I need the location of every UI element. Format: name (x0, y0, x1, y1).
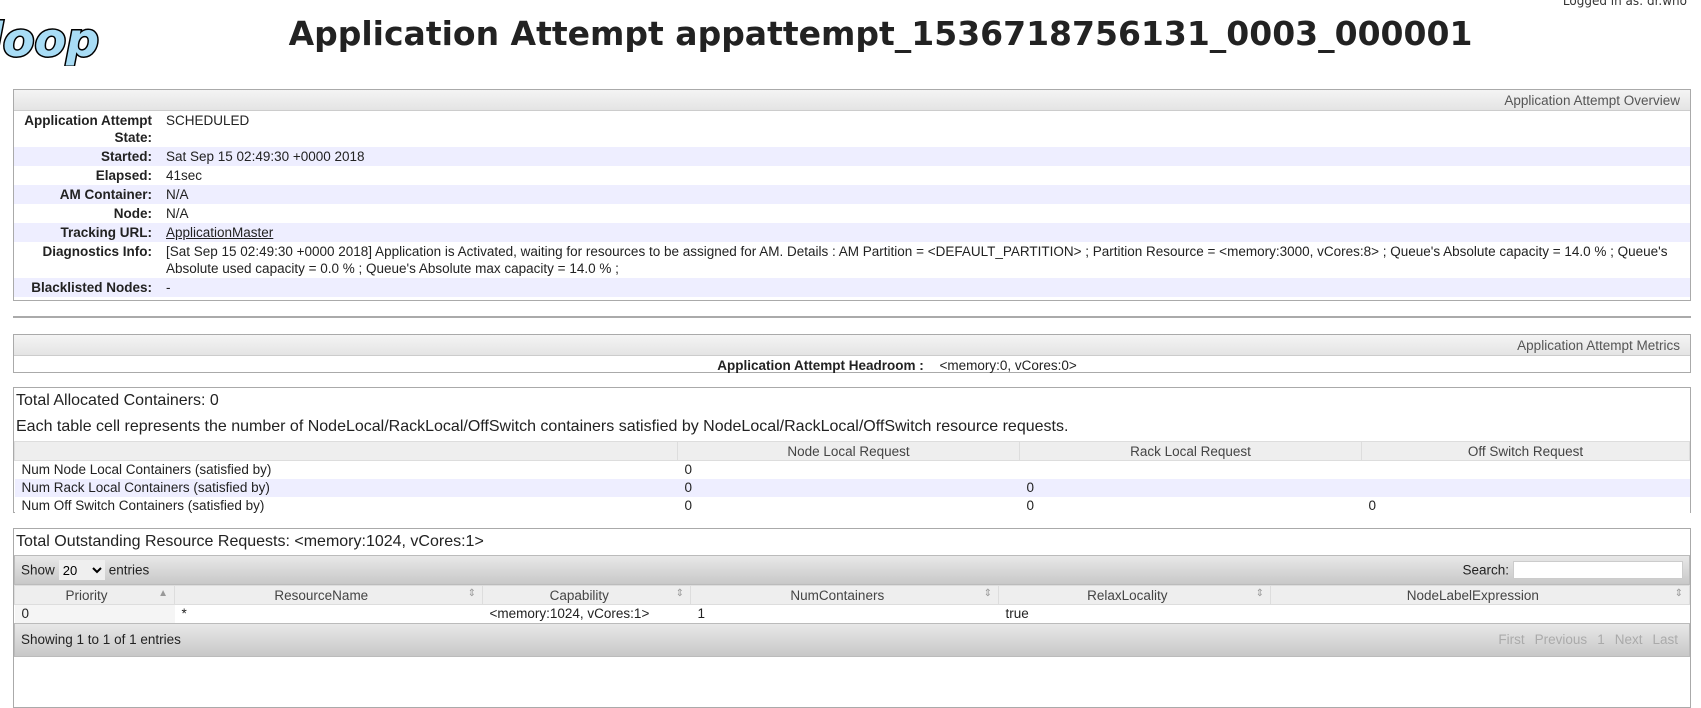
started-value: Sat Sep 15 02:49:30 +0000 2018 (166, 149, 365, 164)
total-allocated: Total Allocated Containers: 0 (16, 392, 219, 409)
node-value: N/A (166, 206, 189, 221)
next-button[interactable]: Next (1610, 632, 1648, 647)
cell: Num Rack Local Containers (satisfied by) (14, 478, 678, 497)
cell (1361, 460, 1690, 479)
table-footer: Showing 1 to 1 of 1 entries First Previou… (14, 622, 1690, 657)
total-outstanding: Total Outstanding Resource Requests: <me… (16, 533, 484, 550)
col-label: Priority (65, 587, 108, 603)
label: Elapsed: (95, 168, 152, 183)
label: Node: (113, 206, 152, 221)
overview-panel: Application Attempt Overview Application… (13, 89, 1691, 301)
entries-select[interactable]: 20 (58, 560, 105, 580)
cell: Num Node Local Containers (satisfied by) (14, 460, 678, 479)
page-title: Application Attempt appattempt_153671875… (288, 14, 1473, 53)
cell: 0 (677, 460, 1020, 479)
containers-panel: Total Allocated Containers: 0 Each table… (13, 387, 1691, 515)
table-row: Num Rack Local Containers (satisfied by)… (14, 478, 1690, 497)
divider (13, 316, 1691, 318)
col-relaxlocality[interactable]: RelaxLocality ⇕ (998, 585, 1271, 605)
cell (1270, 604, 1690, 623)
col-capability[interactable]: Capability ⇕ (482, 585, 691, 605)
col-header: Node Local Request (677, 441, 1020, 461)
cell: Num Off Switch Containers (satisfied by) (14, 496, 678, 515)
containers-description: Each table cell represents the number of… (16, 418, 1069, 435)
table-row: Num Off Switch Containers (satisfied by)… (14, 496, 1690, 515)
sort-asc-icon: ▲ (158, 587, 168, 599)
search-label: Search: (1462, 562, 1509, 578)
diagnostics-value: [Sat Sep 15 02:49:30 +0000 2018] Applica… (166, 244, 1668, 276)
table-row: Num Node Local Containers (satisfied by)… (14, 460, 1690, 479)
overview-heading: Application Attempt Overview (14, 90, 1690, 111)
sort-icon: ⇕ (1255, 587, 1264, 599)
table-row: 0 * <memory:1024, vCores:1> 1 true (14, 604, 1690, 623)
previous-button[interactable]: Previous (1530, 632, 1593, 647)
am-container-value: N/A (166, 187, 189, 202)
col-nodelabel[interactable]: NodeLabelExpression ⇕ (1270, 585, 1690, 605)
col-header: Rack Local Request (1019, 441, 1362, 461)
label: Started: (100, 149, 152, 164)
col-label: NodeLabelExpression (1406, 587, 1539, 603)
cell: 0 (677, 478, 1020, 497)
col-header: Off Switch Request (1361, 441, 1690, 461)
cell: * (174, 604, 483, 623)
metrics-heading: Application Attempt Metrics (14, 335, 1690, 356)
label: Application Attempt State: (24, 113, 152, 145)
col-numcontainers[interactable]: NumContainers ⇕ (690, 585, 999, 605)
col-header (14, 441, 678, 461)
headroom-label: Application Attempt Headroom : (717, 358, 924, 373)
cell (1019, 460, 1362, 479)
cell: 0 (14, 604, 175, 623)
sort-icon: ⇕ (675, 587, 684, 599)
requests-panel: Total Outstanding Resource Requests: <me… (13, 528, 1691, 708)
cell: 1 (690, 604, 999, 623)
tracking-url-link[interactable]: ApplicationMaster (166, 225, 273, 240)
search-input[interactable] (1513, 561, 1683, 579)
metrics-panel: Application Attempt Metrics Application … (13, 334, 1691, 373)
entries-label: entries (108, 562, 150, 578)
blacklisted-value: - (166, 280, 171, 295)
cell: true (998, 604, 1271, 623)
cell (1361, 478, 1690, 497)
cell: 0 (1361, 496, 1690, 515)
label: AM Container: (59, 187, 152, 202)
page-1-button[interactable]: 1 (1592, 632, 1610, 647)
table-info: Showing 1 to 1 of 1 entries (21, 632, 181, 647)
table-toolbar: Show 20 entries Search: (14, 555, 1690, 585)
sort-icon: ⇕ (983, 587, 992, 599)
attempt-state: SCHEDULED (166, 113, 250, 128)
label: Blacklisted Nodes: (31, 280, 152, 295)
label: Tracking URL: (60, 225, 152, 240)
col-label: RelaxLocality (1087, 587, 1168, 603)
col-label: NumContainers (790, 587, 885, 603)
col-label: Capability (549, 587, 609, 603)
sort-icon: ⇕ (1674, 587, 1683, 599)
pagination: First Previous 1 Next Last (1493, 632, 1683, 647)
elapsed-value: 41sec (166, 168, 203, 183)
col-priority[interactable]: Priority ▲ (14, 585, 175, 605)
cell: 0 (677, 496, 1020, 515)
last-button[interactable]: Last (1647, 632, 1683, 647)
first-button[interactable]: First (1493, 632, 1529, 647)
cell: 0 (1019, 478, 1362, 497)
cell: <memory:1024, vCores:1> (482, 604, 691, 623)
logged-in-user: Logged in as: dr.who (1562, 0, 1687, 8)
sort-icon: ⇕ (467, 587, 476, 599)
label: Diagnostics Info: (42, 244, 152, 259)
headroom-value: <memory:0, vCores:0> (939, 358, 1077, 373)
cell: 0 (1019, 496, 1362, 515)
show-label: Show (21, 562, 55, 578)
col-resourcename[interactable]: ResourceName ⇕ (174, 585, 483, 605)
col-label: ResourceName (274, 587, 369, 603)
